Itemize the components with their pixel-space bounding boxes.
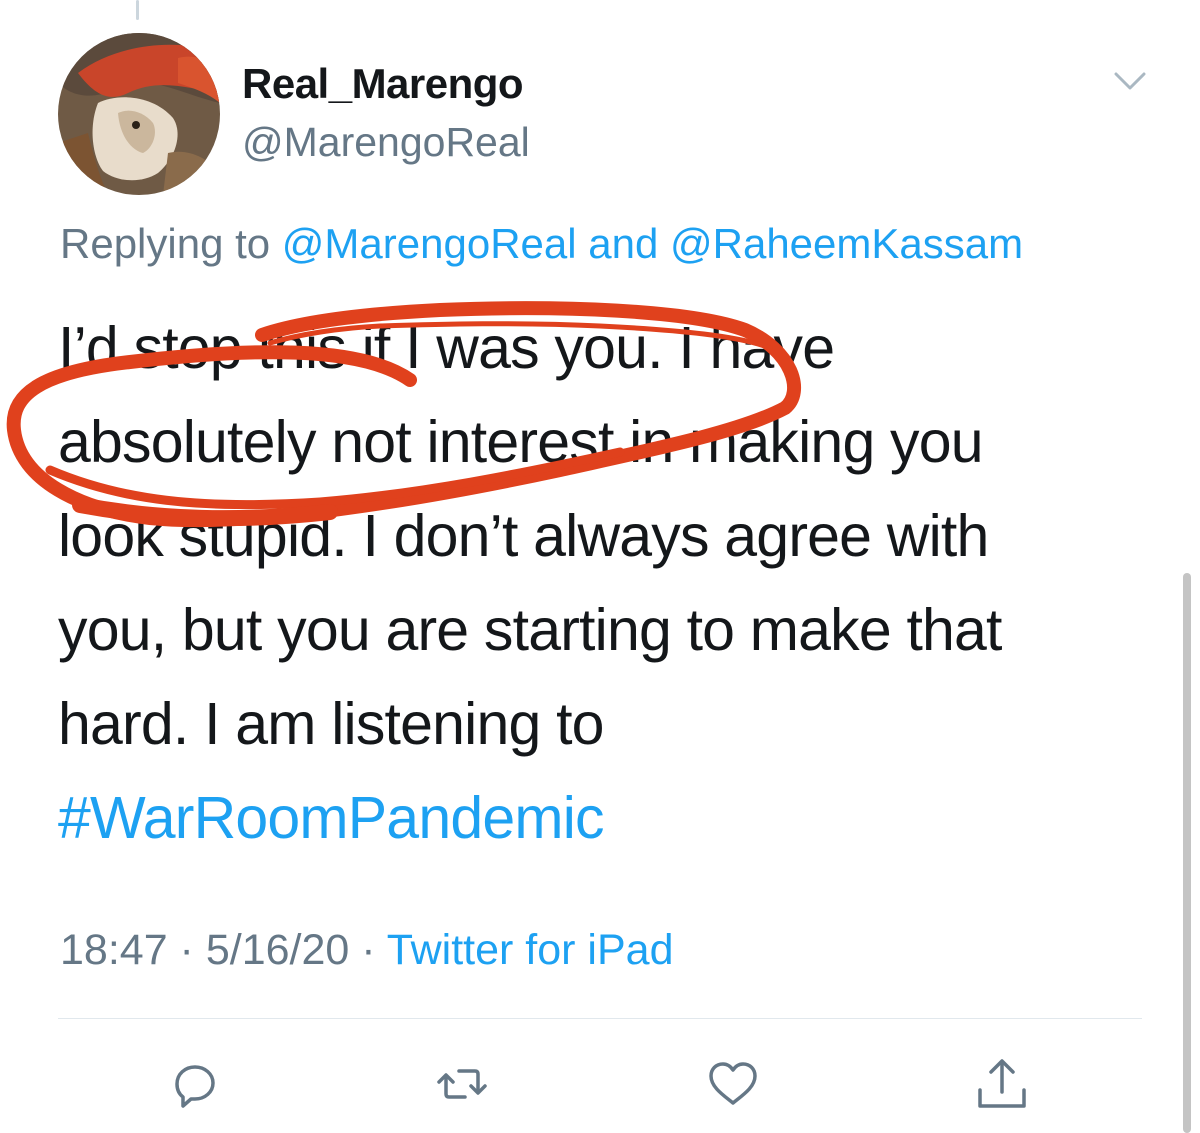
- tweet-time: 18:47: [60, 926, 168, 974]
- tweet-source-link[interactable]: Twitter for iPad: [387, 926, 674, 974]
- heart-icon: [709, 1062, 757, 1105]
- hashtag-link[interactable]: #WarRoomPandemic: [58, 771, 1168, 865]
- scrollbar[interactable]: [1183, 573, 1191, 1133]
- reply-button[interactable]: [163, 1054, 223, 1114]
- replying-to: Replying to @MarengoReal and @RaheemKass…: [60, 220, 1023, 268]
- tweet-line: look stupid. I don’t always agree with: [58, 503, 989, 569]
- tweet-date: 5/16/20: [205, 926, 350, 974]
- divider: [58, 1018, 1142, 1019]
- like-button[interactable]: [703, 1054, 763, 1114]
- replying-prefix: Replying to: [60, 220, 282, 267]
- mention-link-raheemkassam[interactable]: @RaheemKassam: [670, 220, 1023, 267]
- retweet-icon: [437, 1069, 487, 1099]
- share-button[interactable]: [972, 1054, 1032, 1114]
- tweet-line: you, but you are starting to make that: [58, 597, 1002, 663]
- chevron-down-icon[interactable]: [1110, 66, 1150, 96]
- display-name[interactable]: Real_Marengo: [242, 60, 524, 108]
- retweet-button[interactable]: [432, 1054, 492, 1114]
- tweet-text: I’d stop this if I was you. I have absol…: [58, 301, 1168, 865]
- reply-icon: [175, 1065, 215, 1108]
- mention-link-marengoreal[interactable]: @MarengoReal: [282, 220, 577, 267]
- tweet-line: absolutely not interest in making you: [58, 409, 984, 475]
- share-icon: [978, 1059, 1026, 1108]
- tweet-line: hard. I am listening to: [58, 691, 604, 757]
- meta-separator: ·: [349, 926, 387, 974]
- user-handle[interactable]: @MarengoReal: [242, 119, 530, 166]
- tweet-meta: 18:47 · 5/16/20 · Twitter for iPad: [60, 926, 674, 975]
- meta-separator: ·: [167, 926, 206, 974]
- thread-connector-line: [136, 0, 139, 20]
- avatar[interactable]: [58, 33, 220, 195]
- avatar-icon: [58, 33, 220, 195]
- tweet-line: I’d stop this if I was you. I have: [58, 315, 835, 381]
- replying-conjunction: and: [576, 220, 670, 267]
